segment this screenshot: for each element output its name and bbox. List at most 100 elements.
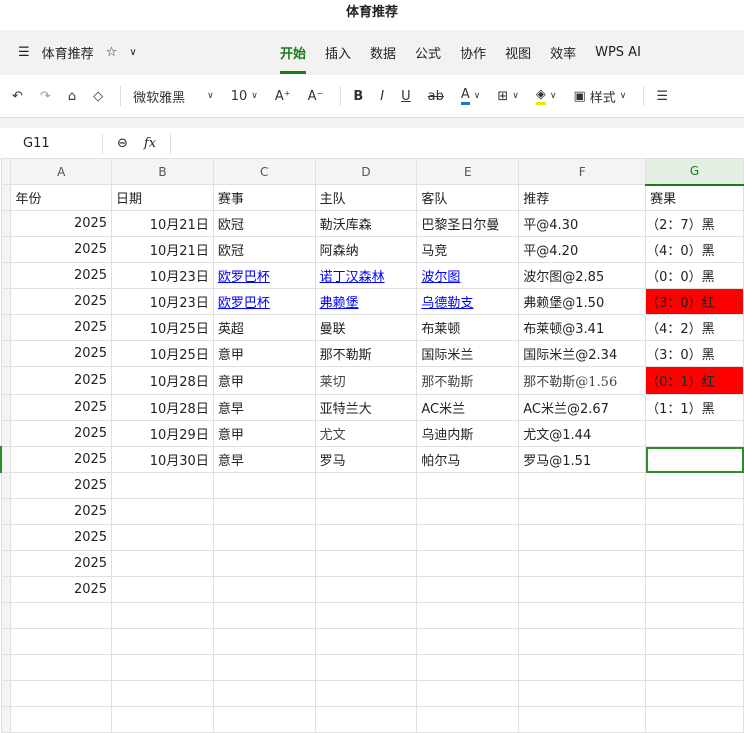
chevron-down-icon[interactable]: ∨ <box>129 47 136 58</box>
cell[interactable]: 尤文 <box>314 420 418 447</box>
cell[interactable] <box>212 550 316 577</box>
cell[interactable]: 10月23日 <box>111 262 214 289</box>
cell[interactable] <box>10 602 113 629</box>
result-cell[interactable] <box>645 420 744 447</box>
row-header[interactable] <box>0 184 12 211</box>
fill-color-icon[interactable]: ◈ ∨ <box>535 87 556 105</box>
cell[interactable] <box>416 706 520 733</box>
cell[interactable]: 乌德勒支 <box>416 288 520 315</box>
cell[interactable]: 意甲 <box>212 420 316 447</box>
header-cell[interactable]: 推荐 <box>518 184 647 211</box>
row-header[interactable] <box>0 394 12 421</box>
cell[interactable]: 布莱顿 <box>416 314 520 341</box>
cell[interactable]: 2025 <box>10 446 113 473</box>
row-header[interactable] <box>0 288 12 315</box>
result-cell[interactable] <box>645 446 744 473</box>
cell[interactable] <box>10 654 113 681</box>
result-cell[interactable]: （4：2）黑 <box>645 314 744 341</box>
cell[interactable] <box>416 550 520 577</box>
cell[interactable]: 勒沃库森 <box>314 210 418 237</box>
result-cell[interactable]: （1：1）黑 <box>645 394 744 421</box>
cell[interactable]: 欧罗巴杯 <box>212 288 316 315</box>
cell[interactable]: 意甲 <box>212 340 316 367</box>
cell[interactable]: 乌迪内斯 <box>416 420 520 447</box>
cell[interactable]: 2025 <box>10 576 113 603</box>
tab-0[interactable]: 开始 <box>280 43 307 74</box>
cell[interactable] <box>212 628 316 655</box>
cell[interactable]: 帕尔马 <box>416 446 520 473</box>
cell[interactable]: 2025 <box>10 340 113 367</box>
row-header[interactable] <box>0 524 12 551</box>
cell[interactable] <box>416 472 520 499</box>
cell[interactable]: 欧罗巴杯 <box>212 262 316 289</box>
cell[interactable]: 10月25日 <box>111 340 214 367</box>
cell[interactable] <box>518 654 647 681</box>
cell[interactable] <box>518 680 647 707</box>
cell[interactable] <box>10 706 113 733</box>
cell[interactable]: 10月25日 <box>111 314 214 341</box>
cell[interactable] <box>212 680 316 707</box>
row-header[interactable] <box>0 340 12 367</box>
cell[interactable]: 2025 <box>10 314 113 341</box>
cell[interactable]: 尤文@1.44 <box>518 420 647 447</box>
cell[interactable] <box>212 524 316 551</box>
redo-icon[interactable]: ↷ <box>40 89 51 104</box>
cell[interactable]: 阿森纳 <box>314 236 418 263</box>
cell[interactable]: 莱切 <box>314 366 418 395</box>
cell[interactable] <box>518 706 647 733</box>
header-cell[interactable]: 主队 <box>314 184 418 211</box>
cell[interactable] <box>645 680 744 707</box>
style-button[interactable]: ▣ 样式 ∨ <box>573 87 626 106</box>
row-header[interactable] <box>0 236 12 263</box>
tab-7[interactable]: WPS AI <box>595 45 641 60</box>
row-header[interactable] <box>0 314 12 341</box>
cell[interactable] <box>314 576 418 603</box>
cell[interactable]: 曼联 <box>314 314 418 341</box>
cell[interactable] <box>518 498 647 525</box>
row-header[interactable] <box>0 420 12 447</box>
format-painter-icon[interactable]: ⌂ <box>68 89 76 104</box>
cell[interactable] <box>645 654 744 681</box>
header-cell[interactable]: 客队 <box>416 184 520 211</box>
row-header[interactable] <box>0 210 12 237</box>
cell[interactable] <box>111 550 214 577</box>
undo-icon[interactable]: ↶ <box>12 89 23 104</box>
cell[interactable] <box>416 654 520 681</box>
tab-6[interactable]: 效率 <box>550 43 576 62</box>
cell[interactable] <box>212 576 316 603</box>
result-cell[interactable] <box>645 524 744 551</box>
eraser-icon[interactable]: ◇ <box>93 89 103 104</box>
cell[interactable] <box>518 628 647 655</box>
cell[interactable]: 10月23日 <box>111 288 214 315</box>
cell[interactable] <box>111 576 214 603</box>
cell[interactable]: 布莱顿@3.41 <box>518 314 647 341</box>
menu-icon[interactable]: ☰ <box>18 45 30 60</box>
result-cell[interactable] <box>645 550 744 577</box>
cell[interactable] <box>314 498 418 525</box>
cell[interactable]: 弗赖堡@1.50 <box>518 288 647 315</box>
row-header[interactable] <box>0 446 12 473</box>
cell[interactable] <box>314 628 418 655</box>
cell[interactable] <box>518 576 647 603</box>
cell[interactable]: 10月28日 <box>111 366 214 395</box>
cell[interactable]: 2025 <box>10 288 113 315</box>
cell[interactable]: 2025 <box>10 262 113 289</box>
cell[interactable]: 欧冠 <box>212 210 316 237</box>
cell[interactable]: 那不勒斯@1.56 <box>518 366 647 395</box>
tab-3[interactable]: 公式 <box>415 43 441 62</box>
cell[interactable]: 意甲 <box>212 366 316 395</box>
header-cell[interactable]: 赛事 <box>212 184 316 211</box>
cell[interactable] <box>212 602 316 629</box>
row-header[interactable] <box>0 550 12 577</box>
column-header[interactable]: A <box>10 158 113 185</box>
cell[interactable] <box>518 472 647 499</box>
cell[interactable]: 波尔图 <box>416 262 520 289</box>
cell[interactable]: 意早 <box>212 446 316 473</box>
cell[interactable]: 那不勒斯 <box>416 366 520 395</box>
cell[interactable]: 马竞 <box>416 236 520 263</box>
row-header[interactable] <box>0 498 12 525</box>
row-header[interactable] <box>0 262 12 289</box>
cell[interactable] <box>314 680 418 707</box>
border-icon[interactable]: ⊞ ∨ <box>497 89 519 104</box>
cell[interactable]: 2025 <box>10 524 113 551</box>
